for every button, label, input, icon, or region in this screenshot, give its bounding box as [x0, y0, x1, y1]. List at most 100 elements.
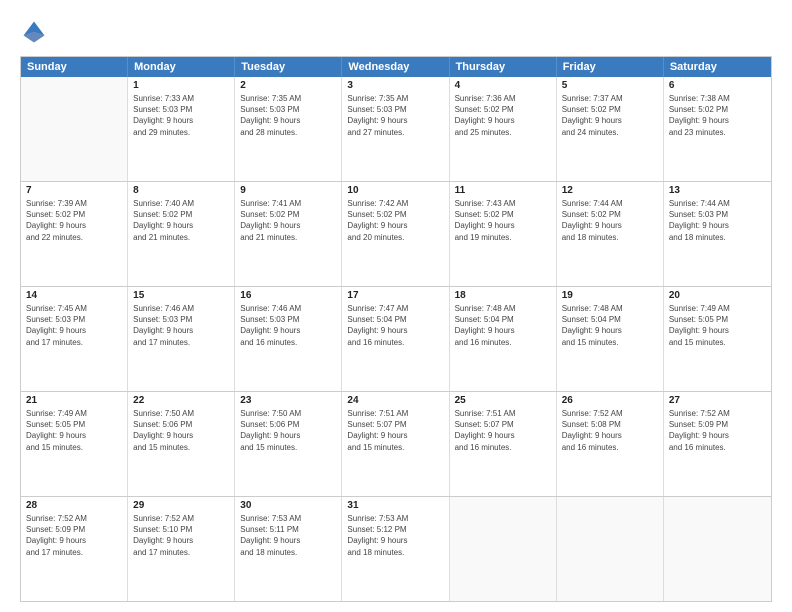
calendar-cell-1-3: 2Sunrise: 7:35 AM Sunset: 5:03 PM Daylig… — [235, 77, 342, 181]
day-detail: Sunrise: 7:51 AM Sunset: 5:07 PM Dayligh… — [455, 408, 551, 453]
calendar-cell-4-1: 21 Sunrise: 7:49 AM Sunset: 5:05 PM Dayli… — [21, 392, 128, 496]
calendar-cell-5-3: 30 Sunrise: 7:53 AM Sunset: 5:11 PM Dayli… — [235, 497, 342, 601]
calendar-cell-2-6: 12 Sunrise: 7:44 AM Sunset: 5:02 PM Dayli… — [557, 182, 664, 286]
day-number: 2 — [240, 80, 336, 91]
day-detail: Sunrise: 7:40 AM Sunset: 5:02 PM Dayligh… — [133, 198, 229, 243]
day-detail: Sunrise: 7:43 AM Sunset: 5:02 PM Dayligh… — [455, 198, 551, 243]
day-detail: Sunrise: 7:44 AM Sunset: 5:02 PM Dayligh… — [562, 198, 658, 243]
day-detail: Sunrise: 7:33 AM Sunset: 5:03 PM Dayligh… — [133, 93, 229, 138]
calendar-cell-1-1 — [21, 77, 128, 181]
day-number: 5 — [562, 80, 658, 91]
calendar-row-1: 1Sunrise: 7:33 AM Sunset: 5:03 PM Daylig… — [21, 77, 771, 181]
day-detail: Sunrise: 7:53 AM Sunset: 5:11 PM Dayligh… — [240, 513, 336, 558]
calendar-cell-3-3: 16 Sunrise: 7:46 AM Sunset: 5:03 PM Dayli… — [235, 287, 342, 391]
day-detail: Sunrise: 7:53 AM Sunset: 5:12 PM Dayligh… — [347, 513, 443, 558]
day-number: 28 — [26, 500, 122, 511]
day-detail: Sunrise: 7:49 AM Sunset: 5:05 PM Dayligh… — [26, 408, 122, 453]
logo — [20, 18, 52, 46]
calendar-cell-2-4: 10Sunrise: 7:42 AM Sunset: 5:02 PM Dayli… — [342, 182, 449, 286]
calendar-cell-5-6 — [557, 497, 664, 601]
day-number: 19 — [562, 290, 658, 301]
calendar-header: SundayMondayTuesdayWednesdayThursdayFrid… — [21, 57, 771, 77]
header — [20, 18, 772, 46]
header-day-thursday: Thursday — [450, 57, 557, 77]
day-number: 24 — [347, 395, 443, 406]
header-day-saturday: Saturday — [664, 57, 771, 77]
calendar: SundayMondayTuesdayWednesdayThursdayFrid… — [20, 56, 772, 602]
calendar-cell-4-5: 25 Sunrise: 7:51 AM Sunset: 5:07 PM Dayli… — [450, 392, 557, 496]
calendar-cell-2-5: 11 Sunrise: 7:43 AM Sunset: 5:02 PM Dayli… — [450, 182, 557, 286]
day-detail: Sunrise: 7:35 AM Sunset: 5:03 PM Dayligh… — [347, 93, 443, 138]
calendar-row-2: 7 Sunrise: 7:39 AM Sunset: 5:02 PM Daylig… — [21, 181, 771, 286]
calendar-row-3: 14 Sunrise: 7:45 AM Sunset: 5:03 PM Dayli… — [21, 286, 771, 391]
day-detail: Sunrise: 7:38 AM Sunset: 5:02 PM Dayligh… — [669, 93, 766, 138]
header-day-friday: Friday — [557, 57, 664, 77]
calendar-cell-4-4: 24Sunrise: 7:51 AM Sunset: 5:07 PM Dayli… — [342, 392, 449, 496]
day-number: 25 — [455, 395, 551, 406]
day-number: 16 — [240, 290, 336, 301]
day-number: 30 — [240, 500, 336, 511]
day-detail: Sunrise: 7:48 AM Sunset: 5:04 PM Dayligh… — [562, 303, 658, 348]
calendar-cell-4-2: 22 Sunrise: 7:50 AM Sunset: 5:06 PM Dayli… — [128, 392, 235, 496]
header-day-monday: Monday — [128, 57, 235, 77]
calendar-cell-5-4: 31 Sunrise: 7:53 AM Sunset: 5:12 PM Dayli… — [342, 497, 449, 601]
calendar-cell-5-5 — [450, 497, 557, 601]
header-day-wednesday: Wednesday — [342, 57, 449, 77]
calendar-cell-1-5: 4 Sunrise: 7:36 AM Sunset: 5:02 PM Daylig… — [450, 77, 557, 181]
day-number: 21 — [26, 395, 122, 406]
day-number: 10 — [347, 185, 443, 196]
day-detail: Sunrise: 7:44 AM Sunset: 5:03 PM Dayligh… — [669, 198, 766, 243]
day-number: 13 — [669, 185, 766, 196]
day-detail: Sunrise: 7:46 AM Sunset: 5:03 PM Dayligh… — [133, 303, 229, 348]
calendar-cell-3-1: 14 Sunrise: 7:45 AM Sunset: 5:03 PM Dayli… — [21, 287, 128, 391]
day-number: 23 — [240, 395, 336, 406]
day-number: 6 — [669, 80, 766, 91]
day-number: 20 — [669, 290, 766, 301]
day-number: 7 — [26, 185, 122, 196]
calendar-cell-1-7: 6 Sunrise: 7:38 AM Sunset: 5:02 PM Daylig… — [664, 77, 771, 181]
day-number: 8 — [133, 185, 229, 196]
calendar-cell-4-6: 26 Sunrise: 7:52 AM Sunset: 5:08 PM Dayli… — [557, 392, 664, 496]
header-day-sunday: Sunday — [21, 57, 128, 77]
day-detail: Sunrise: 7:45 AM Sunset: 5:03 PM Dayligh… — [26, 303, 122, 348]
day-number: 4 — [455, 80, 551, 91]
day-number: 22 — [133, 395, 229, 406]
day-number: 18 — [455, 290, 551, 301]
day-detail: Sunrise: 7:52 AM Sunset: 5:08 PM Dayligh… — [562, 408, 658, 453]
calendar-cell-3-2: 15Sunrise: 7:46 AM Sunset: 5:03 PM Dayli… — [128, 287, 235, 391]
calendar-cell-3-4: 17 Sunrise: 7:47 AM Sunset: 5:04 PM Dayli… — [342, 287, 449, 391]
day-detail: Sunrise: 7:52 AM Sunset: 5:10 PM Dayligh… — [133, 513, 229, 558]
calendar-cell-1-6: 5Sunrise: 7:37 AM Sunset: 5:02 PM Daylig… — [557, 77, 664, 181]
calendar-cell-2-2: 8 Sunrise: 7:40 AM Sunset: 5:02 PM Daylig… — [128, 182, 235, 286]
page: SundayMondayTuesdayWednesdayThursdayFrid… — [0, 0, 792, 612]
calendar-cell-3-5: 18 Sunrise: 7:48 AM Sunset: 5:04 PM Dayli… — [450, 287, 557, 391]
day-number: 14 — [26, 290, 122, 301]
calendar-cell-5-7 — [664, 497, 771, 601]
day-detail: Sunrise: 7:52 AM Sunset: 5:09 PM Dayligh… — [26, 513, 122, 558]
day-detail: Sunrise: 7:36 AM Sunset: 5:02 PM Dayligh… — [455, 93, 551, 138]
day-detail: Sunrise: 7:47 AM Sunset: 5:04 PM Dayligh… — [347, 303, 443, 348]
day-detail: Sunrise: 7:48 AM Sunset: 5:04 PM Dayligh… — [455, 303, 551, 348]
day-number: 12 — [562, 185, 658, 196]
day-number: 11 — [455, 185, 551, 196]
day-detail: Sunrise: 7:39 AM Sunset: 5:02 PM Dayligh… — [26, 198, 122, 243]
calendar-cell-5-2: 29 Sunrise: 7:52 AM Sunset: 5:10 PM Dayli… — [128, 497, 235, 601]
day-detail: Sunrise: 7:49 AM Sunset: 5:05 PM Dayligh… — [669, 303, 766, 348]
calendar-cell-1-4: 3Sunrise: 7:35 AM Sunset: 5:03 PM Daylig… — [342, 77, 449, 181]
day-detail: Sunrise: 7:52 AM Sunset: 5:09 PM Dayligh… — [669, 408, 766, 453]
day-number: 9 — [240, 185, 336, 196]
day-detail: Sunrise: 7:50 AM Sunset: 5:06 PM Dayligh… — [133, 408, 229, 453]
calendar-cell-2-7: 13 Sunrise: 7:44 AM Sunset: 5:03 PM Dayli… — [664, 182, 771, 286]
day-number: 26 — [562, 395, 658, 406]
day-number: 17 — [347, 290, 443, 301]
day-number: 29 — [133, 500, 229, 511]
day-number: 27 — [669, 395, 766, 406]
calendar-cell-2-3: 9 Sunrise: 7:41 AM Sunset: 5:02 PM Daylig… — [235, 182, 342, 286]
calendar-cell-1-2: 1Sunrise: 7:33 AM Sunset: 5:03 PM Daylig… — [128, 77, 235, 181]
calendar-cell-4-7: 27 Sunrise: 7:52 AM Sunset: 5:09 PM Dayli… — [664, 392, 771, 496]
calendar-body: 1Sunrise: 7:33 AM Sunset: 5:03 PM Daylig… — [21, 77, 771, 601]
day-detail: Sunrise: 7:50 AM Sunset: 5:06 PM Dayligh… — [240, 408, 336, 453]
day-detail: Sunrise: 7:46 AM Sunset: 5:03 PM Dayligh… — [240, 303, 336, 348]
day-detail: Sunrise: 7:41 AM Sunset: 5:02 PM Dayligh… — [240, 198, 336, 243]
day-number: 31 — [347, 500, 443, 511]
